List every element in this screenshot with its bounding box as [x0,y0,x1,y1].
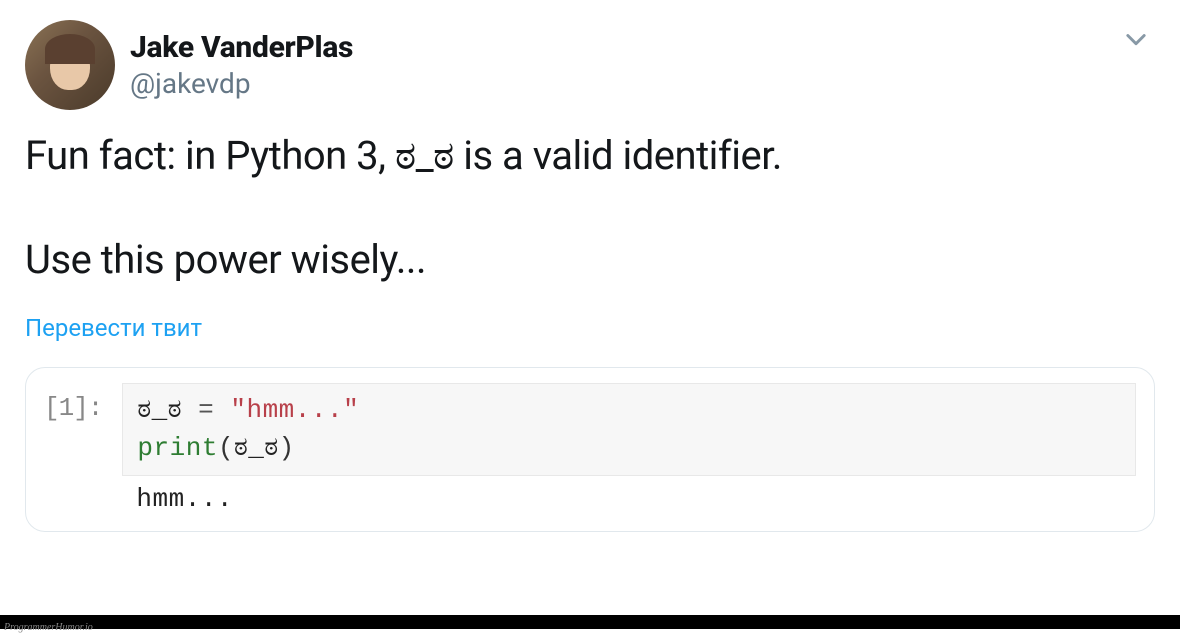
code-output: hmm... [122,476,1136,516]
code-row: [1]: ಠ_ಠ = "hmm..." print(ಠ_ಠ) hmm... [44,383,1136,516]
code-input-cell: ಠ_ಠ = "hmm..." print(ಠ_ಠ) [122,383,1136,476]
code-block: ಠ_ಠ = "hmm..." print(ಠ_ಠ) hmm... [122,383,1136,516]
code-identifier: ಠ_ಠ [137,395,182,425]
author-handle[interactable]: @jakevdp [130,67,353,100]
code-operator: = [182,395,230,425]
watermark-text: ProgrammerHumor.io [0,622,93,633]
code-card: [1]: ಠ_ಠ = "hmm..." print(ಠ_ಠ) hmm... [25,367,1155,532]
jupyter-prompt: [1]: [44,383,102,423]
tweet-body: Fun fact: in Python 3, ಠ_ಠ is a valid id… [25,130,1155,286]
author-display-name[interactable]: Jake VanderPlas [130,30,353,65]
tweet-author-block[interactable]: Jake VanderPlas @jakevdp [25,20,353,110]
tweet-container: Jake VanderPlas @jakevdp Fun fact: in Py… [0,0,1180,532]
watermark-bar: ProgrammerHumor.io [0,615,1180,629]
translate-tweet-link[interactable]: Перевести твит [25,314,202,342]
code-paren-open: ( [218,433,234,463]
tweet-header: Jake VanderPlas @jakevdp [25,20,1155,110]
chevron-down-icon[interactable] [1117,20,1155,62]
tweet-text-line2: Use this power wisely... [25,234,1155,286]
user-info: Jake VanderPlas @jakevdp [130,30,353,100]
code-func: print [137,433,218,463]
code-string: "hmm..." [230,395,359,425]
code-arg: ಠ_ಠ [234,433,279,463]
code-paren-close: ) [279,433,295,463]
avatar[interactable] [25,20,115,110]
tweet-text-line1: Fun fact: in Python 3, ಠ_ಠ is a valid id… [25,130,1155,182]
